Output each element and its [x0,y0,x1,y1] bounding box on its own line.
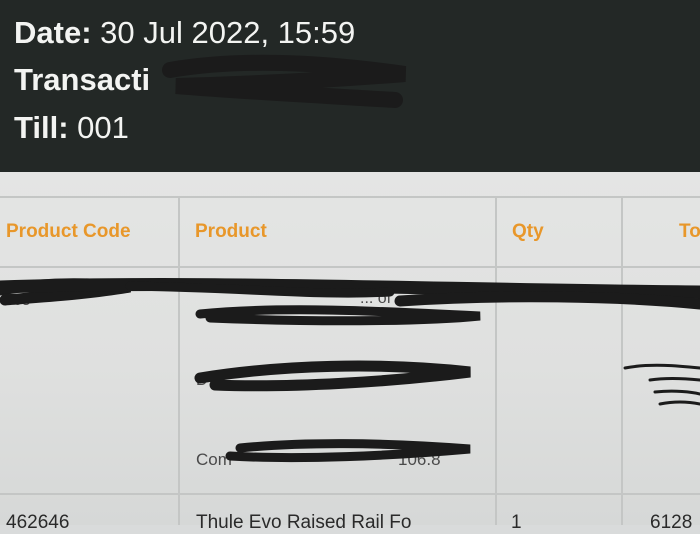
date-label: Date: [14,15,92,50]
table-cell-product-fragment: ... of [360,290,392,307]
column-header-product-code: Product Code [6,221,131,242]
date-value: 30 Jul 2022, 15:59 [100,15,356,50]
row-divider [0,493,700,495]
column-header-qty: Qty [512,221,544,242]
column-divider [495,196,497,525]
table-top-border [0,196,700,198]
till-line: Till: 001 [14,112,129,143]
table-cell-code-fragment: 765 [4,292,31,309]
receipt-header: Date: 30 Jul 2022, 15:59 Transacti Till:… [0,0,700,172]
till-label: Till: [14,110,69,145]
table-cell-product: Thule Evo Raised Rail Fo [196,512,412,533]
column-divider [178,196,180,525]
receipt-table: Product Code Product Qty To 765 ... of D… [0,172,700,533]
table-cell-qty: 1 [511,512,522,533]
date-line: Date: 30 Jul 2022, 15:59 [14,17,355,48]
column-header-total: To [679,221,700,242]
table-cell-product-fragment: 106.8 [398,450,441,469]
table-cell-total: 6128 [650,512,693,533]
till-value: 001 [77,110,129,145]
column-header-product: Product [195,221,267,242]
table-cell-product-fragment: Com [196,450,232,469]
header-row-divider [0,266,700,268]
transaction-line: Transacti [14,64,150,95]
table-cell-product-fragment: D [196,372,208,389]
column-divider [621,196,623,525]
transaction-label: Transacti [14,62,151,97]
table-cell-code: 462646 [6,512,70,533]
